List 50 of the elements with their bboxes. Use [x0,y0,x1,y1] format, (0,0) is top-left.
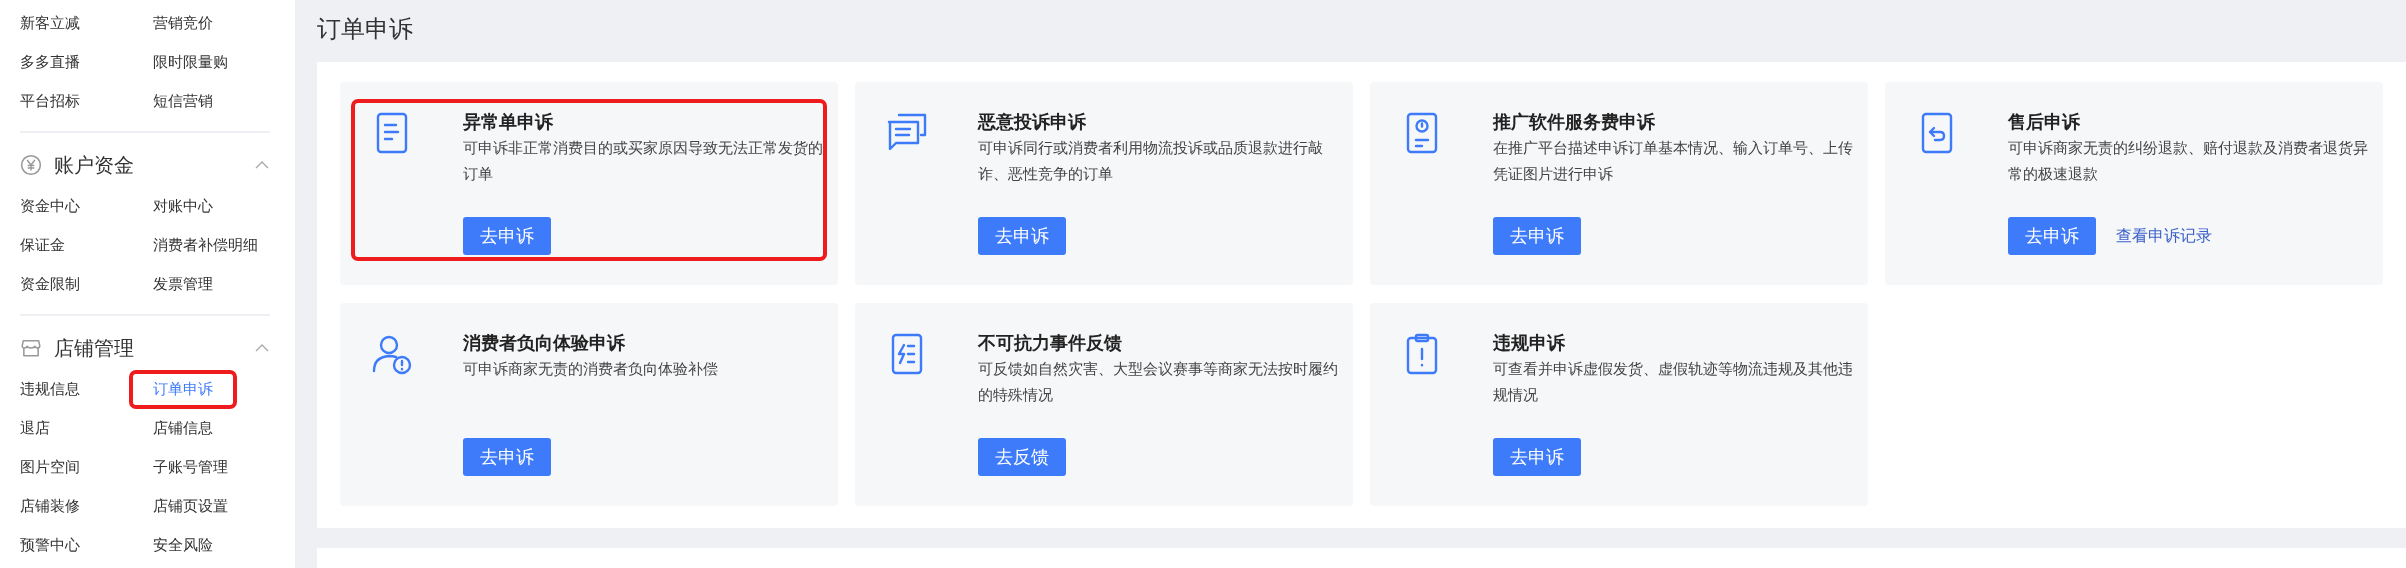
appeal-button[interactable]: 去申诉 [2008,217,2096,255]
sidebar-item[interactable]: 店铺信息 [153,413,213,444]
card-title: 不可抗力事件反馈 [978,331,1123,355]
appeal-button[interactable]: 去申诉 [978,217,1066,255]
card-description: 在推广平台描述申诉订单基本情况、输入订单号、上传凭证图片进行申诉 [1493,138,1853,185]
sidebar-item[interactable]: 图片空间 [20,452,80,483]
sidebar-item[interactable]: 对账中心 [153,191,213,222]
card-description: 可申诉商家无责的纠纷退款、赔付退款及消费者退货异常的极速退款 [2008,138,2368,185]
appeal-button[interactable]: 去申诉 [463,217,551,255]
sidebar-item[interactable]: 发票管理 [153,269,213,300]
store-icon [20,337,42,359]
appeal-button[interactable]: 去申诉 [463,438,551,476]
sidebar-item[interactable]: 多多直播 [20,47,80,78]
sidebar-item[interactable]: 平台招标 [20,86,80,117]
sidebar-item[interactable]: 营销竞价 [153,8,213,39]
sidebar-section-title[interactable]: 账户资金 [54,151,134,179]
appeal-button[interactable]: 去申诉 [1493,438,1581,476]
sidebar-item[interactable]: 退店 [20,413,50,444]
sidebar-section-title[interactable]: 店铺管理 [54,334,134,362]
card-description: 可申诉同行或消费者利用物流投诉或品质退款进行敲诈、恶性竞争的订单 [978,138,1324,185]
card-description: 可查看并申诉虚假发货、虚假轨迹等物流违规及其他违规情况 [1493,359,1853,406]
sidebar-item[interactable]: 新客立减 [20,8,80,39]
card-description: 可申诉非正常消费目的或买家原因导致无法正常发货的订单 [463,138,823,185]
sidebar-item[interactable]: 资金中心 [20,191,80,222]
sidebar-item[interactable]: 安全风险 [153,530,213,561]
sidebar-item[interactable]: 预警中心 [20,530,80,561]
card-description: 可反馈如自然灾害、大型会议赛事等商家无法按时履约的特殊情况 [978,359,1338,406]
card-title: 异常单申诉 [463,110,554,134]
sidebar-item[interactable]: 消费者补偿明细 [153,230,258,261]
card-title: 恶意投诉申诉 [978,110,1087,134]
card-title: 违规申诉 [1493,331,1566,355]
card-description: 可申诉商家无责的消费者负向体验补偿 [463,359,719,380]
sidebar-item[interactable]: 保证金 [20,230,65,261]
sidebar-item[interactable]: 店铺页设置 [153,491,228,522]
sidebar-item[interactable]: 资金限制 [20,269,80,300]
sidebar-item[interactable]: 店铺装修 [20,491,80,522]
chevron-icon[interactable] [254,343,270,353]
card-title: 推广软件服务费申诉 [1493,110,1656,134]
sidebar-item[interactable]: 子账号管理 [153,452,228,483]
sidebar-item[interactable]: 限时限量购 [153,47,228,78]
page-title: 订单申诉 [317,14,414,45]
yen-circle-icon [20,154,42,176]
records-link[interactable]: 查看申诉记录 [2116,225,2212,247]
sidebar-item[interactable]: 短信营销 [153,86,213,117]
chevron-icon[interactable] [254,160,270,170]
card-title: 消费者负向体验申诉 [463,331,626,355]
appeal-button[interactable]: 去申诉 [1493,217,1581,255]
appeal-button[interactable]: 去反馈 [978,438,1066,476]
card-title: 售后申诉 [2008,110,2081,134]
sidebar-item[interactable]: 违规信息 [20,374,80,405]
